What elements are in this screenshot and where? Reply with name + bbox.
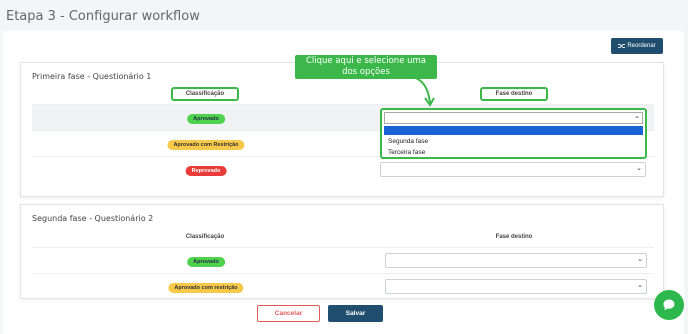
status-badge: Reprovado (185, 166, 227, 176)
dropdown-option[interactable]: Segunda fase (388, 138, 428, 145)
chevron-down-icon: ⌄ (636, 165, 642, 172)
cancel-button[interactable]: Cancelar (257, 305, 320, 322)
status-badge: Aprovado (187, 257, 225, 267)
callout-line: Clique aqui e selecione uma (305, 56, 427, 66)
curved-arrow-icon (393, 73, 435, 107)
chat-button[interactable] (654, 290, 684, 320)
reorder-label: Reordenar (627, 43, 656, 49)
column-header-classification: Classificação (185, 234, 225, 240)
column-header-destination: Fase destino (480, 87, 548, 101)
column-header-destination: Fase destino (495, 234, 533, 240)
chat-bubble-icon (663, 299, 675, 311)
dropdown-option[interactable]: Terceira fase (388, 149, 425, 156)
column-header-classification: Classificação (171, 87, 239, 101)
shuffle-icon (618, 44, 626, 48)
status-badge: Aprovado com restrição (168, 283, 244, 293)
page-title: Etapa 3 - Configurar workflow (6, 9, 200, 24)
status-badge: Aprovado com Restrição (167, 140, 245, 150)
chevron-down-icon: ⌄ (637, 256, 643, 263)
chevron-down-icon: ⌄ (637, 282, 643, 289)
table-row: Reprovado ⌄ (32, 156, 654, 182)
destination-dropdown[interactable]: ⌄ Segunda fase Terceira fase (380, 108, 647, 159)
destination-select[interactable]: ⌄ (385, 279, 647, 294)
dropdown-option-empty[interactable] (384, 126, 643, 135)
save-button[interactable]: Salvar (328, 305, 383, 322)
destination-select[interactable]: ⌄ (384, 112, 643, 124)
destination-select[interactable]: ⌄ (385, 253, 647, 268)
chevron-down-icon: ⌄ (634, 113, 640, 120)
reorder-button[interactable]: Reordenar (611, 38, 663, 54)
destination-select[interactable]: ⌄ (380, 162, 646, 177)
phase-title: Segunda fase - Questionário 2 (32, 214, 154, 223)
table-row: Aprovado ⌄ (32, 247, 654, 273)
phase-title: Primeira fase - Questionário 1 (32, 72, 152, 81)
status-badge: Aprovado (187, 114, 225, 124)
table-row: Aprovado com restrição ⌄ (32, 273, 654, 298)
phase-card-2: Segunda fase - Questionário 2 Classifica… (20, 204, 664, 299)
